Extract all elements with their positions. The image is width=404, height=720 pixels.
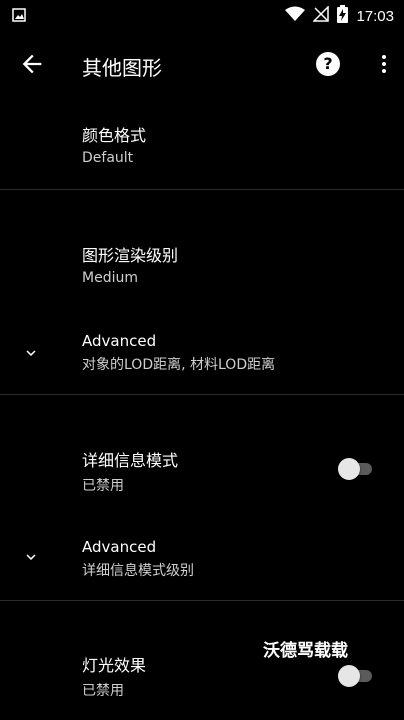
setting-title: 图形渲染级别 xyxy=(82,246,179,265)
chevron-down-icon xyxy=(22,344,40,362)
setting-render-level[interactable]: 图形渲染级别 Medium xyxy=(0,220,404,300)
detail-mode-toggle[interactable] xyxy=(338,458,374,480)
more-options-icon[interactable] xyxy=(382,52,386,76)
advanced-summary: 详细信息模式级别 xyxy=(82,563,194,579)
divider xyxy=(0,600,404,601)
page-title: 其他图形 xyxy=(82,56,162,80)
advanced-detail-section[interactable]: Advanced 详细信息模式级别 xyxy=(0,526,404,596)
back-arrow-icon[interactable] xyxy=(18,50,46,78)
setting-color-format[interactable]: 颜色格式 Default xyxy=(0,100,404,188)
setting-title: 详细信息模式 xyxy=(82,451,179,470)
setting-detail-mode[interactable]: 详细信息模式 已禁用 xyxy=(0,425,404,505)
watermark: 沃德骂载载 xyxy=(263,641,348,661)
divider xyxy=(0,189,404,190)
setting-value: 已禁用 xyxy=(82,478,124,494)
image-notification-icon xyxy=(12,7,26,26)
chevron-down-icon xyxy=(22,548,40,566)
advanced-label: Advanced xyxy=(82,538,157,556)
setting-title: 颜色格式 xyxy=(82,126,147,145)
advanced-lod-section[interactable]: Advanced 对象的LOD距离, 材料LOD距离 xyxy=(0,320,404,390)
help-icon[interactable]: ? xyxy=(316,52,340,76)
status-bar: 17:03 xyxy=(0,0,404,32)
toggle-thumb xyxy=(338,458,360,480)
setting-value: Default xyxy=(82,150,134,166)
no-signal-icon xyxy=(312,5,330,26)
advanced-summary: 对象的LOD距离, 材料LOD距离 xyxy=(82,357,276,373)
app-bar: 其他图形 ? xyxy=(0,32,404,100)
toggle-thumb xyxy=(338,665,360,687)
battery-charging-icon xyxy=(337,5,349,27)
status-time: 17:03 xyxy=(356,7,394,25)
advanced-label: Advanced xyxy=(82,332,157,350)
lighting-effects-toggle[interactable] xyxy=(338,665,374,687)
setting-value: 已禁用 xyxy=(82,683,124,699)
wifi-icon xyxy=(285,6,306,26)
setting-title: 灯光效果 xyxy=(82,656,147,675)
divider xyxy=(0,394,404,395)
setting-value: Medium xyxy=(82,270,138,286)
